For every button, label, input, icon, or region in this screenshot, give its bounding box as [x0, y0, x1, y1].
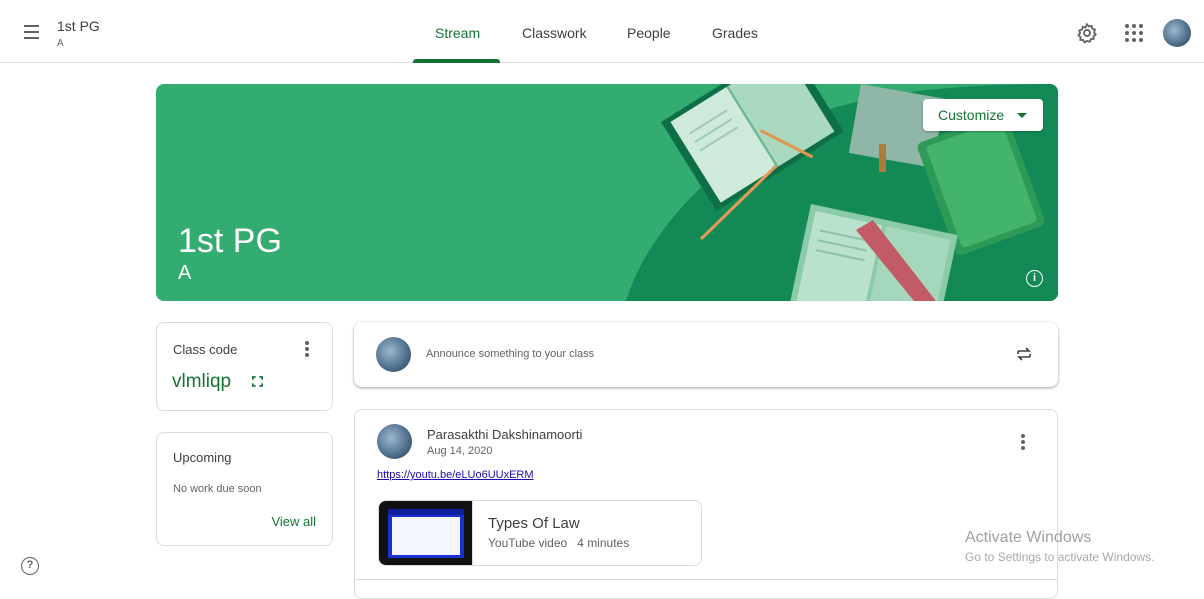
view-all-link[interactable]: View all	[271, 514, 316, 529]
class-banner: 1st PG A Customize i	[156, 84, 1058, 301]
post-link[interactable]: https://youtu.be/eLUo6UUxERM	[377, 469, 534, 481]
more-vert-icon[interactable]	[1021, 434, 1025, 452]
divider	[355, 579, 1057, 580]
activate-windows-title: Activate Windows	[965, 529, 1092, 546]
upcoming-empty-text: No work due soon	[173, 483, 262, 495]
tab-stream[interactable]: Stream	[435, 25, 480, 41]
info-icon[interactable]: i	[1026, 270, 1043, 287]
banner-class-section: A	[178, 262, 192, 284]
video-thumbnail	[379, 501, 473, 565]
stream-post: Parasakthi Dakshinamoorti Aug 14, 2020 h…	[354, 409, 1058, 599]
attachment-title: Types Of Law	[488, 515, 580, 532]
post-date: Aug 14, 2020	[427, 445, 493, 457]
upcoming-title: Upcoming	[173, 450, 232, 465]
caret-down-icon	[1017, 113, 1027, 118]
tab-people[interactable]: People	[627, 25, 671, 41]
announce-box[interactable]: Announce something to your class	[354, 322, 1058, 387]
upcoming-card: Upcoming No work due soon View all	[156, 432, 333, 546]
class-code-card: Class code vlmliqp	[156, 322, 333, 411]
tab-classwork[interactable]: Classwork	[522, 25, 587, 41]
customize-label: Customize	[938, 107, 1005, 123]
user-avatar	[376, 337, 411, 372]
apps-grid-icon[interactable]	[1125, 24, 1143, 42]
customize-button[interactable]: Customize	[923, 99, 1043, 131]
author-avatar	[377, 424, 412, 459]
class-title[interactable]: 1st PG	[57, 18, 100, 34]
banner-class-title: 1st PG	[178, 222, 282, 260]
active-tab-indicator	[413, 59, 500, 63]
class-code-label: Class code	[173, 342, 238, 357]
announce-placeholder[interactable]: Announce something to your class	[426, 348, 594, 360]
fullscreen-icon[interactable]	[252, 376, 263, 387]
class-code-value: vlmliqp	[172, 371, 232, 392]
gear-icon[interactable]	[1076, 22, 1098, 44]
activate-windows-subtitle: Go to Settings to activate Windows.	[965, 550, 1155, 564]
class-section: A	[57, 38, 64, 49]
help-icon[interactable]: ?	[21, 557, 39, 575]
more-vert-icon[interactable]	[305, 341, 309, 359]
menu-icon[interactable]	[20, 20, 44, 44]
account-avatar[interactable]	[1163, 19, 1191, 47]
post-author: Parasakthi Dakshinamoorti	[427, 427, 583, 442]
tab-grades[interactable]: Grades	[712, 25, 758, 41]
top-app-bar: 1st PG A Stream Classwork People Grades	[0, 0, 1204, 63]
repost-icon[interactable]	[1015, 345, 1033, 363]
video-attachment[interactable]: Types Of Law YouTube video 4 minutes	[378, 500, 702, 566]
attachment-subtitle: YouTube video 4 minutes	[488, 536, 630, 550]
